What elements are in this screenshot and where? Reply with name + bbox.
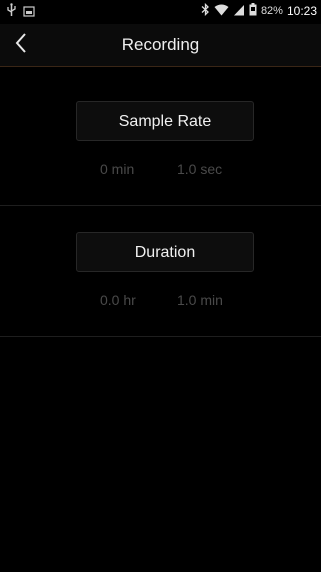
bluetooth-icon: [201, 2, 210, 19]
sample-rate-sec-value: 1.0 sec: [177, 161, 223, 177]
sample-rate-button[interactable]: Sample Rate: [76, 101, 254, 141]
sample-rate-section: Sample Rate 0 min 1.0 sec: [0, 67, 321, 206]
battery-icon: [249, 3, 257, 19]
back-button[interactable]: [8, 32, 34, 58]
screenshot-icon: [23, 4, 35, 22]
page-title: Recording: [121, 35, 200, 54]
status-bar: 82% 10:23: [0, 0, 321, 24]
duration-hr-value: 0.0 hr: [100, 292, 136, 308]
usb-icon: [6, 3, 17, 22]
sample-rate-min-value: 0 min: [100, 161, 135, 177]
duration-section: Duration 0.0 hr 1.0 min: [0, 206, 321, 337]
battery-percent: 82%: [260, 5, 283, 17]
app-bar: Recording: [0, 24, 321, 67]
chevron-left-icon: [14, 32, 28, 59]
wifi-icon: [214, 4, 229, 19]
duration-button[interactable]: Duration: [76, 232, 254, 272]
duration-min-value: 1.0 min: [177, 292, 223, 308]
cell-signal-icon: [233, 4, 245, 19]
clock: 10:23: [286, 4, 317, 18]
